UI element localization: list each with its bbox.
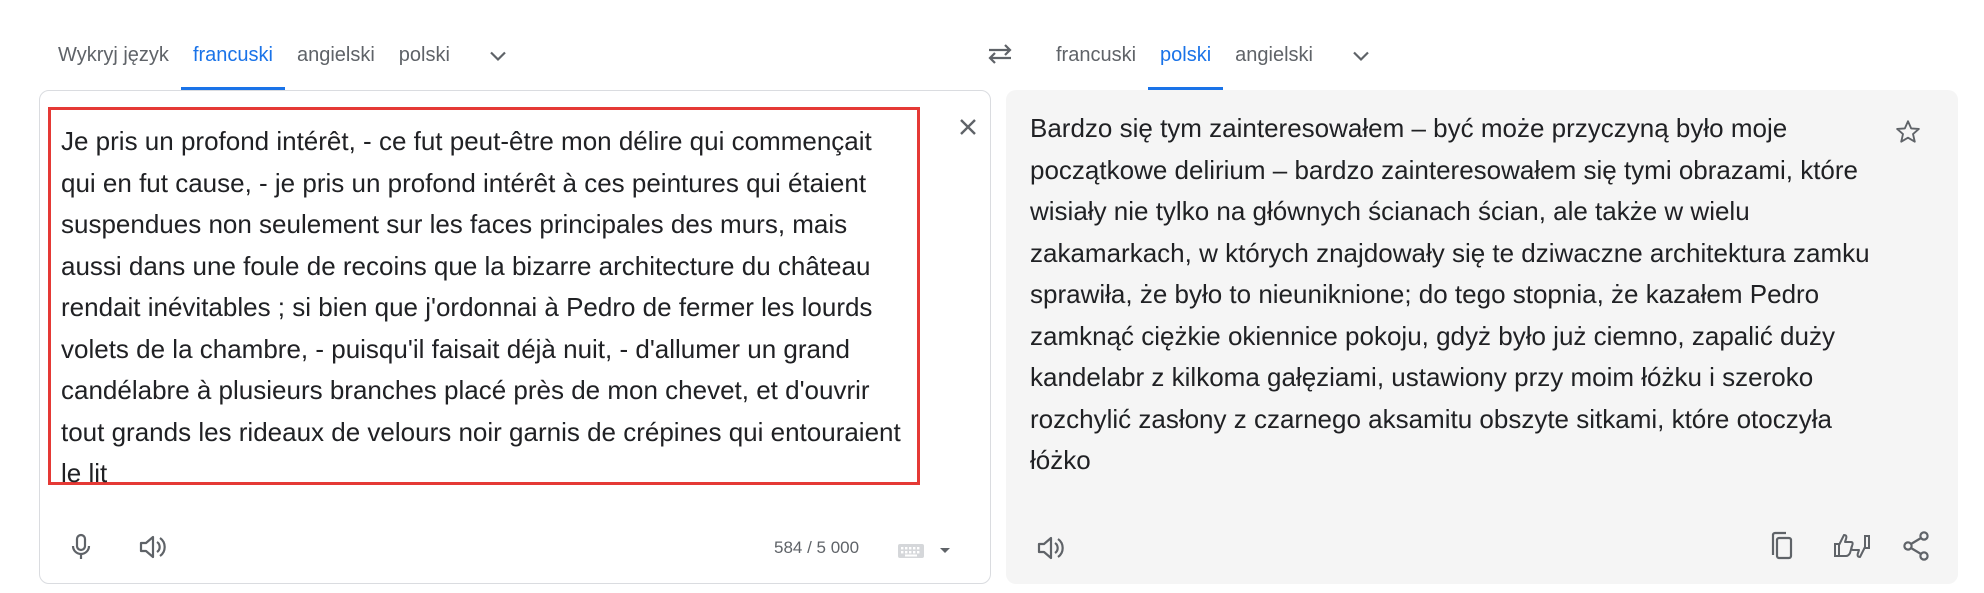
source-language-bar: Wykryj język francuski angielski polski	[46, 22, 522, 90]
copy-translation-button[interactable]	[1757, 522, 1805, 570]
copy-icon	[1768, 531, 1794, 561]
tab-source-polish[interactable]: polski	[387, 22, 462, 90]
chevron-down-icon	[486, 44, 510, 68]
rate-translation-button[interactable]	[1828, 522, 1876, 570]
swap-languages-button[interactable]	[976, 30, 1024, 78]
close-icon	[956, 115, 980, 139]
keyboard-icon	[897, 542, 925, 560]
clear-source-button[interactable]	[944, 103, 992, 151]
source-more-languages-button[interactable]	[474, 32, 522, 80]
share-icon	[1902, 531, 1930, 561]
tab-source-english[interactable]: angielski	[285, 22, 387, 90]
tab-target-polish[interactable]: polski	[1148, 22, 1224, 90]
tab-target-french[interactable]: francuski	[1044, 22, 1148, 90]
character-count: 584 / 5 000	[774, 538, 860, 557]
star-icon	[1894, 118, 1922, 146]
target-more-languages-button[interactable]	[1337, 32, 1385, 80]
speaker-icon	[1036, 535, 1066, 561]
speaker-icon	[138, 534, 168, 560]
listen-source-button[interactable]	[129, 523, 177, 571]
listen-translation-button[interactable]	[1027, 524, 1075, 572]
save-translation-button[interactable]	[1884, 108, 1932, 156]
tab-detect-language[interactable]: Wykryj język	[46, 22, 181, 90]
source-panel: Je pris un profond intérêt, - ce fut peu…	[39, 90, 991, 584]
swap-languages-icon	[985, 42, 1015, 66]
input-tools-button[interactable]	[897, 537, 957, 565]
source-text[interactable]: Je pris un profond intérêt, - ce fut peu…	[61, 121, 907, 495]
chevron-down-icon	[1349, 44, 1373, 68]
translation-panel: Bardzo się tym zainteresowałem – być moż…	[1006, 90, 1958, 584]
rate-translation-icon	[1832, 531, 1872, 561]
share-translation-button[interactable]	[1892, 522, 1940, 570]
microphone-icon	[69, 533, 93, 561]
target-language-bar: francuski polski angielski	[1044, 22, 1385, 90]
tab-source-french[interactable]: francuski	[180, 22, 285, 90]
tab-target-english[interactable]: angielski	[1223, 22, 1325, 90]
dropdown-arrow-icon	[939, 547, 951, 555]
source-text-area[interactable]: Je pris un profond intérêt, - ce fut peu…	[48, 107, 920, 488]
translation-text: Bardzo się tym zainteresowałem – być moż…	[1030, 113, 1870, 475]
voice-input-button[interactable]	[57, 523, 105, 571]
